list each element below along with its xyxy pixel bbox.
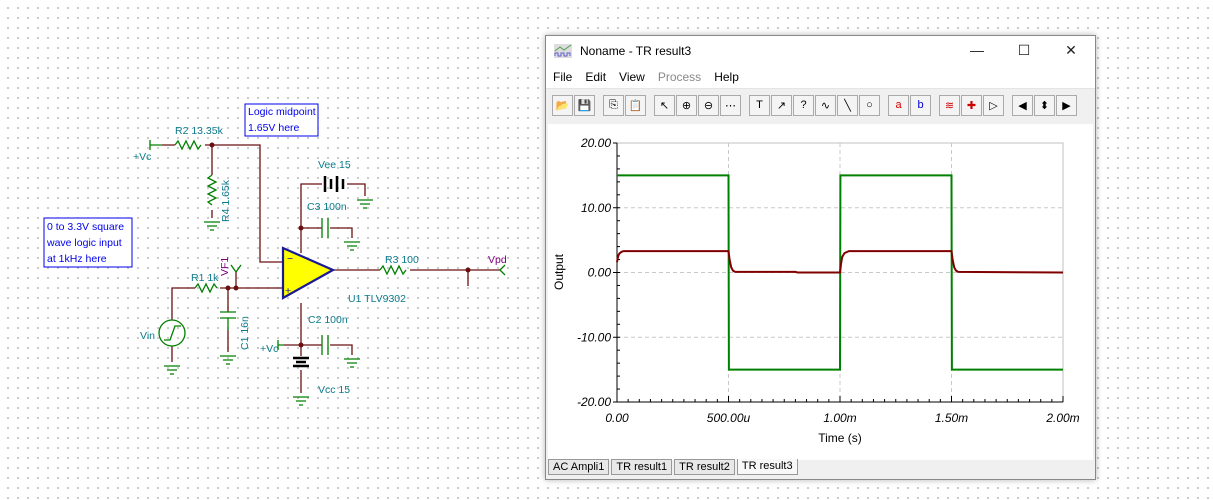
vpd-label: Vpd bbox=[488, 254, 507, 266]
x-tick-label: 2.00m bbox=[1045, 411, 1079, 425]
paste-button[interactable]: 📋 bbox=[625, 94, 646, 116]
c3-label: C3 100n bbox=[307, 201, 347, 213]
cursor-a-button[interactable]: a bbox=[888, 94, 909, 116]
vc-top-label: +Vc bbox=[133, 151, 151, 163]
ground-symbols bbox=[164, 199, 373, 406]
curve-formula-button[interactable]: ∿ bbox=[815, 94, 836, 116]
opamp-minus: − bbox=[287, 253, 293, 265]
window-title: Noname - TR result3 bbox=[580, 44, 692, 58]
copy-button[interactable]: ⎘ bbox=[603, 94, 624, 116]
maximize-button[interactable]: ☐ bbox=[1014, 42, 1034, 59]
chart: 0.00 500.00u 1.00m 1.50m 2.00m 20.00 10.00 0.00… bbox=[552, 136, 1080, 445]
tab-ac-ampli1[interactable]: AC Ampli1 bbox=[548, 459, 610, 475]
menu-process[interactable]: Process bbox=[658, 70, 701, 84]
r2-label: R2 13.35k bbox=[175, 125, 224, 137]
open-icon: 📂 bbox=[555, 99, 570, 112]
curve-formula-icon: ∿ bbox=[820, 99, 831, 112]
x-tick-label: 0.00 bbox=[605, 411, 629, 425]
save-button[interactable]: 💾 bbox=[574, 94, 595, 116]
menu-edit[interactable]: Edit bbox=[585, 70, 606, 84]
y-tick-label: 20.00 bbox=[580, 136, 611, 150]
r1-label: R1 1k bbox=[191, 272, 219, 284]
line-button[interactable]: ╲ bbox=[837, 94, 858, 116]
add-probe-button[interactable]: ✚ bbox=[961, 94, 982, 116]
curve-question-icon: ? bbox=[800, 99, 807, 111]
left-button[interactable]: ◀ bbox=[1012, 94, 1033, 116]
left-icon: ◀ bbox=[1018, 99, 1027, 112]
y-tick-label: -20.00 bbox=[577, 395, 611, 409]
tab-tr-result2[interactable]: TR result2 bbox=[674, 459, 735, 475]
toolbar: 📂 💾 ⎘ 📋 ↖ ⊕ ⊖ ⋯ T ↗? ∿ ╲ ○ a b ≋ ✚ ▷ ◀ ⬍ ▶ bbox=[546, 88, 1095, 121]
menu-help[interactable]: Help bbox=[714, 70, 739, 84]
save-icon: 💾 bbox=[577, 99, 592, 112]
grid-button[interactable]: ⋯ bbox=[720, 94, 741, 116]
zoom-in-icon: ⊕ bbox=[681, 99, 692, 112]
vee-label: Vee 15 bbox=[318, 159, 351, 171]
vf1-label: VF1 bbox=[219, 257, 231, 276]
tab-tr-result3[interactable]: TR result3 bbox=[736, 459, 798, 475]
r4-label: R4 1.65k bbox=[220, 179, 232, 222]
curve-question-button[interactable]: ? bbox=[793, 94, 814, 116]
x-tick-label: 1.00m bbox=[823, 411, 856, 425]
grid-icon: ⋯ bbox=[725, 99, 736, 112]
c2-label: C2 100n bbox=[308, 314, 348, 326]
up-down-icon: ⬍ bbox=[1039, 99, 1050, 112]
right-icon: ▶ bbox=[1062, 99, 1071, 112]
arrow-icon: ▷ bbox=[989, 99, 998, 112]
menu-file[interactable]: File bbox=[553, 70, 572, 84]
curve-label-button[interactable]: ↗ bbox=[771, 94, 792, 116]
vcc-label: Vcc 15 bbox=[318, 384, 350, 396]
cursor-b-icon: b bbox=[917, 99, 924, 111]
vin-label: Vin bbox=[140, 330, 155, 342]
menu-bar: File Edit View Process Help bbox=[546, 66, 1095, 88]
u1-label: U1 TLV9302 bbox=[348, 293, 406, 305]
plot-area: 0.00 500.00u 1.00m 1.50m 2.00m 20.00 10.00 0.00… bbox=[548, 124, 1093, 460]
result-tabs: AC Ampli1 TR result1 TR result2 TR resul… bbox=[548, 459, 800, 475]
tr-result-window: Noname - TR result3 — ☐ ✕ File Edit View… bbox=[545, 35, 1096, 480]
cursor-a-icon: a bbox=[895, 99, 902, 111]
y-tick-label: 10.00 bbox=[581, 201, 611, 215]
minimize-button[interactable]: — bbox=[967, 42, 987, 58]
x-tick-label: 500.00u bbox=[707, 411, 751, 425]
y-tick-label: -10.00 bbox=[577, 330, 611, 344]
opamp-plus: + bbox=[285, 285, 291, 297]
circle-button[interactable]: ○ bbox=[859, 94, 880, 116]
title-bar: Noname - TR result3 — ☐ ✕ bbox=[546, 36, 1095, 66]
curve-label-icon: ↗ bbox=[776, 99, 787, 112]
arrow-button[interactable]: ▷ bbox=[983, 94, 1004, 116]
y-tick-label: 0.00 bbox=[588, 266, 612, 280]
x-tick-label: 1.50m bbox=[935, 411, 968, 425]
schematic: − + R2 13.35k +Vc R4 1.65k R1 1k C1 16n … bbox=[43, 103, 507, 406]
open-button[interactable]: 📂 bbox=[552, 94, 573, 116]
app-icon bbox=[554, 44, 572, 58]
y-axis-label: Output bbox=[552, 253, 566, 290]
zoom-in-button[interactable]: ⊕ bbox=[676, 94, 697, 116]
tab-tr-result1[interactable]: TR result1 bbox=[611, 459, 673, 475]
r3-label: R3 100 bbox=[385, 254, 419, 266]
close-button[interactable]: ✕ bbox=[1061, 42, 1081, 59]
circle-icon: ○ bbox=[866, 99, 873, 111]
add-probe-icon: ✚ bbox=[966, 99, 977, 112]
right-button[interactable]: ▶ bbox=[1056, 94, 1077, 116]
vc-bottom-label: +Vc bbox=[260, 343, 278, 355]
text-button[interactable]: T bbox=[749, 94, 770, 116]
c1-label: C1 16n bbox=[239, 316, 251, 350]
up-down-button[interactable]: ⬍ bbox=[1034, 94, 1055, 116]
zoom-out-icon: ⊖ bbox=[703, 99, 714, 112]
paste-icon: 📋 bbox=[628, 99, 643, 112]
pointer-icon: ↖ bbox=[659, 99, 670, 112]
line-icon: ╲ bbox=[844, 99, 851, 112]
text-icon: T bbox=[756, 99, 763, 111]
add-curve-icon: ≋ bbox=[944, 99, 955, 112]
cursor-b-button[interactable]: b bbox=[910, 94, 931, 116]
zoom-out-button[interactable]: ⊖ bbox=[698, 94, 719, 116]
menu-view[interactable]: View bbox=[619, 70, 645, 84]
x-axis-label: Time (s) bbox=[818, 431, 862, 445]
pointer-button[interactable]: ↖ bbox=[654, 94, 675, 116]
add-curve-button[interactable]: ≋ bbox=[939, 94, 960, 116]
copy-icon: ⎘ bbox=[609, 98, 618, 111]
